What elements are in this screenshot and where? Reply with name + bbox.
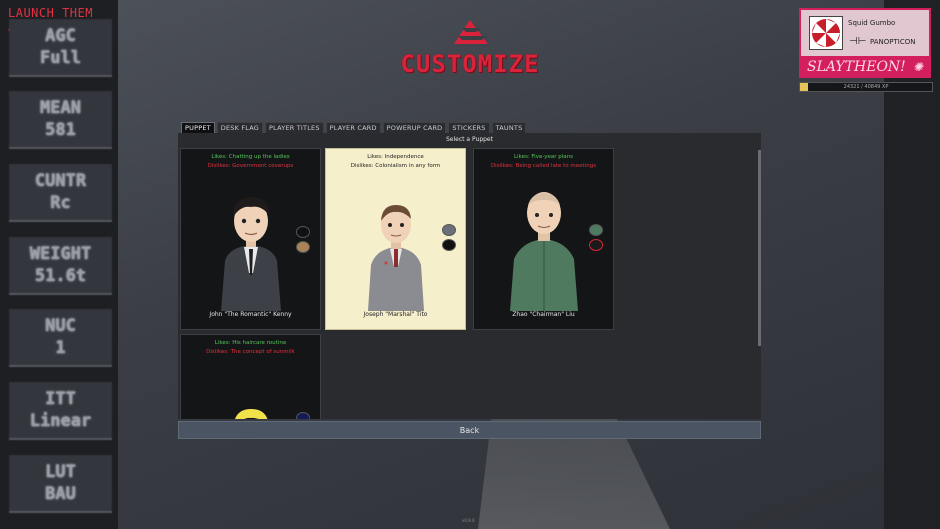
umbrella-emblem-icon <box>809 16 843 50</box>
puppet-card-liu[interactable]: Likes: Five-year plans Dislikes: Being c… <box>473 148 614 330</box>
banner-emblem-icon: ✺ <box>912 60 923 74</box>
panel-header: Select a Puppet <box>446 136 493 143</box>
game-logo-icon <box>454 20 488 44</box>
puppet-card-kenny[interactable]: Likes: Chatting up the ladies Dislikes: … <box>180 148 321 330</box>
xp-text: 24321 / 40849 XP <box>843 84 889 90</box>
color-swatch-black[interactable] <box>442 239 456 251</box>
stat-cuntr: CUNTR Rc <box>9 164 112 222</box>
player-banner-text: SLAYTHEON! <box>807 59 906 75</box>
puppet-kenny-image <box>221 197 281 311</box>
stat-itt: ITT Linear <box>9 382 112 440</box>
stat-mean: MEAN 581 <box>9 91 112 149</box>
page-title: CUSTOMIZE <box>400 50 540 78</box>
player-card: Squid Gumbo ⊣⊢ PANOPTICON SLAYTHEON! ✺ <box>799 8 931 78</box>
player-name: Squid Gumbo <box>848 19 896 27</box>
puppet-likes: Likes: Five-year plans <box>513 154 573 160</box>
puppet-blond-image <box>235 409 268 419</box>
color-swatch-navy[interactable] <box>296 412 310 419</box>
stats-sidebar: LAUNCH THEM ALL AGCFull MEAN581 CUNTRRc … <box>0 0 118 529</box>
right-edge <box>884 0 940 529</box>
stat-agc: AGC Full <box>9 19 112 77</box>
tag-icon: ⊣⊢ <box>849 36 867 47</box>
color-swatch-tan[interactable] <box>296 241 310 253</box>
puppet-tito-image <box>368 205 424 311</box>
puppet-card-tito[interactable]: Likes: Independence Dislikes: Colonialis… <box>325 148 466 330</box>
xp-bar: 24321 / 40849 XP <box>799 82 933 92</box>
puppet-dislikes: Dislikes: The concept of sunmilk <box>206 349 295 355</box>
scrollbar-thumb[interactable] <box>758 150 761 346</box>
locked-item-icon[interactable] <box>589 239 603 251</box>
player-banner: SLAYTHEON! ✺ <box>801 56 929 78</box>
puppet-name: Joseph "Marshal" Tito <box>363 311 428 318</box>
color-swatch-green[interactable] <box>589 224 603 236</box>
puppet-name: John "The Romantic" Kenny <box>209 311 292 318</box>
puppet-dislikes: Dislikes: Being called late to meetings <box>490 163 597 169</box>
puppet-dislikes: Dislikes: Colonialism in any form <box>350 163 441 169</box>
puppet-likes: Likes: His haircare routine <box>214 340 287 346</box>
puppet-liu-image <box>510 192 578 311</box>
puppet-likes: Likes: Independence <box>367 154 424 160</box>
stat-lut: LUT BAU <box>9 455 112 513</box>
puppet-card-fourth[interactable]: Likes: His haircare routine Dislikes: Th… <box>180 334 321 419</box>
version-label: v0.9.0 <box>462 518 475 523</box>
player-org: PANOPTICON <box>870 38 916 46</box>
stat-weight: WEIGHT 51.6t <box>9 237 112 295</box>
puppet-likes: Likes: Chatting up the ladies <box>211 154 290 160</box>
puppet-dislikes: Dislikes: Government coverups <box>207 163 294 169</box>
back-button[interactable]: Back <box>178 421 761 439</box>
color-swatch-gray[interactable] <box>442 224 456 236</box>
stat-nuc: NUC 1 <box>9 309 112 367</box>
puppet-name: Zhao "Chairman" Liu <box>512 311 575 318</box>
color-swatch-black[interactable] <box>296 226 310 238</box>
puppet-panel: Select a Puppet Likes: Chatting up the l… <box>178 133 761 419</box>
